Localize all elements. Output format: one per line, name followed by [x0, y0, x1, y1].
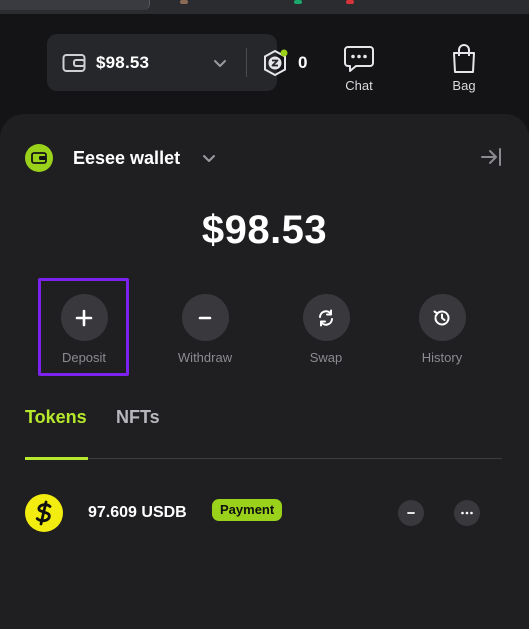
wallet-icon: [62, 54, 86, 72]
chat-button[interactable]: Chat: [329, 44, 389, 93]
tab-favicon: [294, 0, 302, 4]
minus-icon: [198, 316, 212, 319]
chat-icon: [344, 46, 374, 72]
token-amount: 97.609 USDB: [88, 504, 187, 521]
deposit-focus-outline: [38, 278, 129, 376]
bag-button[interactable]: Bag: [434, 44, 494, 93]
token-row[interactable]: 97.609 USDB Payment: [25, 494, 495, 532]
pill-divider: [246, 48, 247, 77]
history-circle: [418, 294, 466, 341]
chat-label: Chat: [345, 78, 373, 93]
payment-badge: Payment: [212, 499, 283, 521]
bag-label: Bag: [452, 78, 476, 93]
browser-tab-strip: [0, 0, 529, 14]
top-bar: $98.53 0 Chat Bag: [0, 14, 529, 114]
browser-tab[interactable]: [0, 0, 150, 10]
tab-nfts[interactable]: NFTs: [116, 407, 160, 428]
wallet-panel: Eesee wallet $98.53 Deposit Withdraw Swa…: [0, 114, 529, 629]
wallet-selector[interactable]: Eesee wallet: [25, 144, 216, 172]
withdraw-button[interactable]: Withdraw: [159, 294, 251, 365]
tab-favicon: [346, 0, 354, 4]
wallet-icon: [25, 144, 53, 172]
swap-button[interactable]: Swap: [280, 294, 372, 365]
wallet-balance-pill[interactable]: $98.53 0: [47, 34, 307, 91]
active-tab-underline: [25, 457, 88, 460]
history-button[interactable]: History: [396, 294, 488, 365]
bag-icon: [453, 44, 475, 73]
withdraw-circle: [181, 294, 229, 341]
collapse-panel-icon[interactable]: [480, 147, 502, 167]
swap-circle: [302, 294, 350, 341]
wallet-balance: $98.53: [201, 208, 328, 252]
history-label: History: [421, 350, 463, 365]
header-balance: $98.53: [96, 53, 150, 72]
token-more-button[interactable]: [454, 500, 480, 526]
asset-tabs: Tokens NFTs: [25, 407, 502, 460]
tab-favicon: [180, 0, 188, 4]
usdb-icon: [25, 494, 63, 532]
chevron-down-icon[interactable]: [213, 56, 227, 70]
tab-divider: [25, 458, 502, 459]
minus-icon: [407, 512, 415, 514]
wallet-title: Eesee wallet: [73, 147, 181, 168]
swap-label: Swap: [309, 350, 343, 365]
withdraw-label: Withdraw: [177, 350, 233, 365]
swap-icon: [319, 309, 333, 326]
history-icon: [433, 310, 450, 325]
more-icon: [461, 511, 473, 515]
token-withdraw-button[interactable]: [398, 500, 424, 526]
points-count: 0: [298, 53, 308, 72]
tab-tokens[interactable]: Tokens: [25, 407, 87, 428]
chevron-down-icon: [203, 155, 216, 162]
eesee-points-icon[interactable]: [261, 49, 289, 77]
